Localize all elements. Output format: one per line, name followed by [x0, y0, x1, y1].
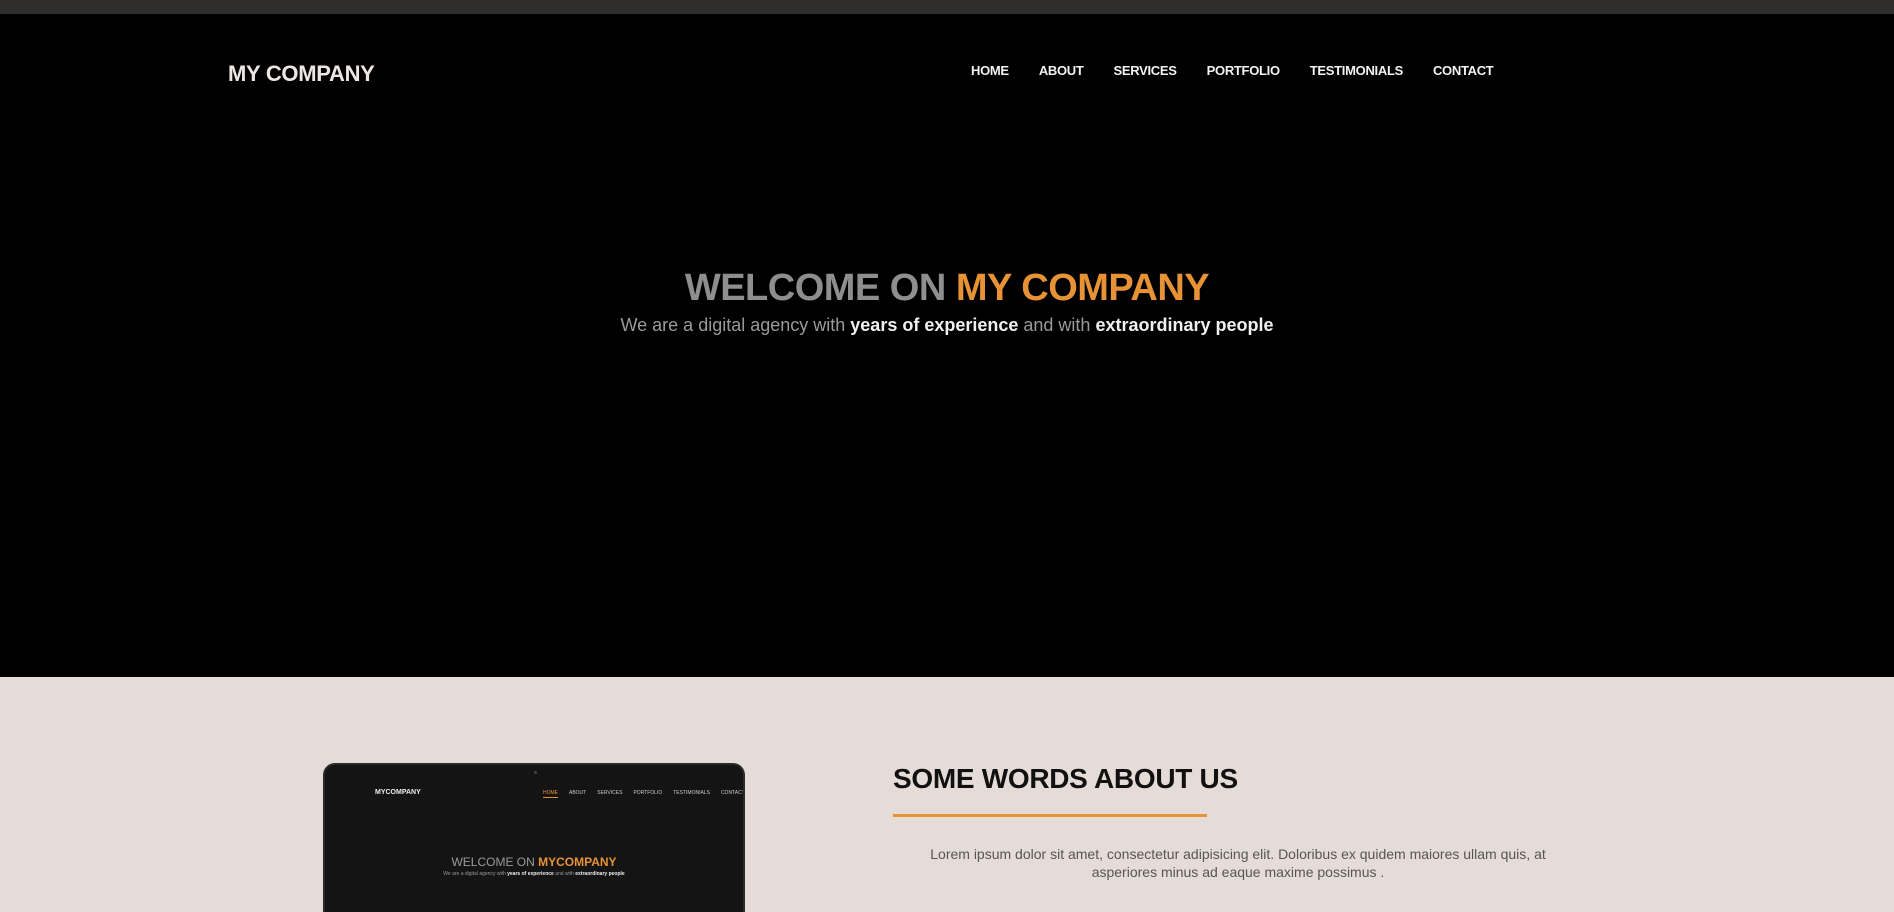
nav-services-link[interactable]: SERVICES	[1114, 63, 1177, 78]
hero-title: WELCOME ON MY COMPANY	[0, 267, 1894, 310]
nav-testimonials-link[interactable]: TESTIMONIALS	[1310, 63, 1403, 78]
nav-home-link[interactable]: HOME	[971, 63, 1009, 78]
mockup-subtitle-part1: We are a digital agency with	[443, 871, 508, 877]
hero-subtitle-part1: We are a digital agency with	[620, 315, 851, 335]
about-section: MYCOMPANY HOME ABOUT SERVICES PORTFOLIO …	[0, 677, 1894, 912]
about-title-underline	[893, 814, 1207, 817]
hero-subtitle-part2: and with	[1018, 315, 1096, 335]
mockup-subtitle-bold1: years of experience	[507, 871, 554, 877]
hero-title-highlight: MY COMPANY	[955, 267, 1210, 309]
laptop-camera	[534, 771, 537, 774]
mockup-title: WELCOME ON MYCOMPANY	[325, 855, 743, 869]
main-nav: HOME ABOUT SERVICES PORTFOLIO TESTIMONIA…	[971, 63, 1494, 78]
nav-about-link[interactable]: ABOUT	[1039, 63, 1084, 78]
mockup-subtitle-part2: and with	[553, 871, 576, 877]
mockup-subtitle-bold2: extraordinary people	[575, 871, 625, 877]
mockup-nav-portfolio: PORTFOLIO	[633, 790, 663, 796]
about-text: Lorem ipsum dolor sit amet, consectetur …	[930, 846, 1546, 880]
browser-top-bar	[0, 0, 1894, 14]
mockup-nav-services: SERVICES	[597, 790, 623, 796]
mockup-nav-home: HOME	[543, 790, 558, 798]
hero-title-prefix: WELCOME ON	[684, 267, 956, 309]
hero-subtitle: We are a digital agency with years of ex…	[0, 315, 1894, 336]
hero-subtitle-bold1: years of experience	[850, 315, 1019, 335]
mockup-nav-contact: CONTACT	[720, 790, 745, 796]
nav-portfolio-link[interactable]: PORTFOLIO	[1207, 63, 1280, 78]
nav-contact-link[interactable]: CONTACT	[1433, 63, 1494, 78]
mockup-nav: HOME ABOUT SERVICES PORTFOLIO TESTIMONIA…	[543, 790, 745, 798]
mockup-nav-testimonials: TESTIMONIALS	[673, 790, 710, 796]
mockup-title-prefix: WELCOME ON	[451, 855, 539, 869]
hero-subtitle-bold2: extraordinary people	[1095, 315, 1274, 335]
hero-section	[0, 14, 1894, 677]
brand-logo[interactable]: MY COMPANY	[228, 61, 375, 87]
mockup-title-highlight: MYCOMPANY	[538, 855, 617, 869]
mockup-subtitle: We are a digital agency with years of ex…	[325, 871, 743, 877]
mockup-nav-about: ABOUT	[569, 790, 587, 796]
mockup-brand: MYCOMPANY	[375, 789, 421, 796]
about-title: SOME WORDS ABOUT US	[893, 763, 1238, 794]
laptop-mockup-image: MYCOMPANY HOME ABOUT SERVICES PORTFOLIO …	[323, 763, 745, 912]
